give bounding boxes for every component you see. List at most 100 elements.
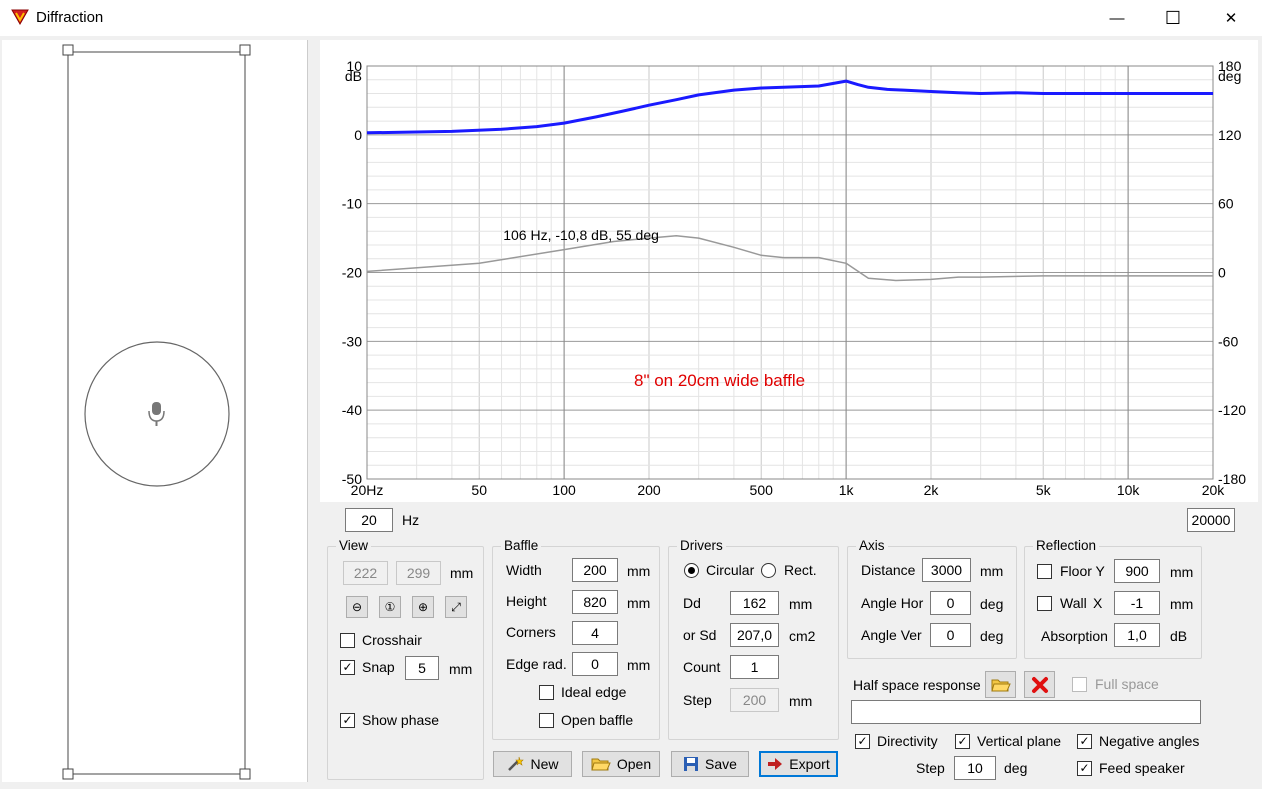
maximize-button[interactable]: ☐ [1145,0,1201,36]
floor-checkbox[interactable] [1037,564,1052,579]
new-button[interactable]: New [493,751,572,777]
export-arrow-icon [768,758,783,770]
sd-input[interactable]: 207,0 [730,623,779,647]
baffle-view[interactable] [2,40,308,782]
chart-svg[interactable]: 20Hz 50 100 200 500 1k 2k 5k 10k 20k100-10-20-30-… [320,40,1258,502]
half-space-clear-button[interactable] [1024,671,1055,698]
absorption-label: Absorption [1041,628,1108,644]
full-space-label: Full space [1095,676,1159,692]
dd-label: Dd [683,595,701,611]
absorption-input[interactable]: 1,0 [1114,623,1160,647]
zoom-out-icon[interactable]: ⊖ [346,596,368,618]
half-space-path-input[interactable] [851,700,1201,724]
y-left-tick-label: -10 [342,196,362,212]
new-button-label: New [530,756,559,772]
view-unit-label: mm [450,565,474,581]
wall-checkbox[interactable] [1037,596,1052,611]
show-phase-checkbox[interactable]: ✓ [340,713,355,728]
open-button[interactable]: Open [582,751,660,777]
wall-input[interactable]: -1 [1114,591,1160,615]
dd-unit-label: mm [789,596,813,612]
phase-series-line [366,235,1213,282]
floor-input[interactable]: 900 [1114,559,1160,583]
feed-speaker-checkbox[interactable]: ✓ [1077,761,1092,776]
freq-unit-label: Hz [402,512,420,528]
directivity-checkbox[interactable]: ✓ [855,734,870,749]
vertical-plane-checkbox[interactable]: ✓ [955,734,970,749]
view-y-readout: 299 [396,561,441,585]
edge-radius-input[interactable]: 0 [572,652,618,676]
show-phase-label: Show phase [362,712,440,728]
height-label: Height [506,593,547,609]
frequency-response-chart[interactable]: 20Hz 50 100 200 500 1k 2k 5k 10k 20k 10 0 -10 -20 -30-… [320,40,1258,502]
half-space-open-button[interactable] [985,671,1016,698]
zoom-reset-icon[interactable]: ① [379,596,401,618]
resize-handle-bl [62,768,74,780]
ideal-edge-checkbox[interactable] [539,685,554,700]
zoom-in-icon[interactable]: ⊕ [412,596,434,618]
wall-axis-label: X [1093,595,1103,611]
height-unit-label: mm [627,595,651,611]
y-left-tick-label: -40 [342,402,362,418]
freq-min-input[interactable]: 20 [345,508,393,532]
height-input[interactable]: 820 [572,590,618,614]
folder-open-icon [990,679,1011,691]
circular-label: Circular [706,562,755,578]
red-x-icon [1031,676,1048,693]
angle-ver-label: Angle Ver [861,627,922,643]
edge-radius-unit-label: mm [627,657,651,673]
snap-label: Snap [362,659,395,675]
baffle-group-label: Baffle [501,538,542,553]
dd-input[interactable]: 162 [730,591,779,615]
distance-unit-label: mm [980,563,1004,579]
negative-angles-checkbox[interactable]: ✓ [1077,734,1092,749]
distance-input[interactable]: 3000 [922,558,971,582]
save-button[interactable]: Save [671,751,749,777]
width-unit-label: mm [627,563,651,579]
sd-label: or Sd [683,627,717,643]
angle-ver-input[interactable]: 0 [930,623,971,647]
x-tick-label: 5k [1036,482,1052,498]
directivity-step-unit-label: deg [1004,760,1028,776]
angle-ver-unit-label: deg [980,628,1004,644]
width-label: Width [506,562,542,578]
window-title: Diffraction [36,9,104,26]
open-baffle-checkbox[interactable] [539,713,554,728]
width-input[interactable]: 200 [572,558,618,582]
angle-hor-unit-label: deg [980,596,1004,612]
chart-annotation: 8" on 20cm wide baffle [634,371,805,390]
angle-hor-input[interactable]: 0 [930,591,971,615]
folder-open-icon [591,758,611,771]
wall-unit-label: mm [1170,596,1194,612]
vertical-plane-label: Vertical plane [977,733,1062,749]
export-button[interactable]: Export [759,751,838,777]
y-left-tick-label: -50 [342,471,362,487]
circular-radio[interactable] [684,563,699,578]
axis-group-label: Axis [856,538,888,553]
count-label: Count [683,659,721,675]
y-right-tick-label: 0 [1218,265,1226,281]
rect-radio[interactable] [761,563,776,578]
y-right-tick-label: 60 [1218,196,1234,212]
freq-max-input[interactable]: 20000 [1187,508,1235,532]
view-group-label: View [336,538,372,553]
absorption-unit-label: dB [1170,628,1188,644]
minimize-button[interactable]: — [1089,0,1145,36]
y-left-tick-label: 0 [354,127,362,143]
open-button-label: Open [616,756,652,772]
snap-unit-label: mm [449,661,473,677]
baffle-drawing[interactable] [2,40,308,782]
reflection-group-label: Reflection [1033,538,1100,553]
close-button[interactable]: ✕ [1203,0,1259,36]
snap-checkbox[interactable]: ✓ [340,660,355,675]
zoom-fit-icon[interactable]: ⤢ [445,596,467,618]
resize-handle-tr [239,44,251,56]
y-right-unit-label: deg [1218,68,1241,84]
crosshair-checkbox[interactable] [340,633,355,648]
distance-label: Distance [861,562,916,578]
snap-input[interactable]: 5 [405,656,439,680]
title-bar: Diffraction — ☐ ✕ [0,0,1262,36]
corners-input[interactable]: 4 [572,621,618,645]
directivity-step-input[interactable]: 10 [954,756,996,780]
count-input[interactable]: 1 [730,655,779,679]
